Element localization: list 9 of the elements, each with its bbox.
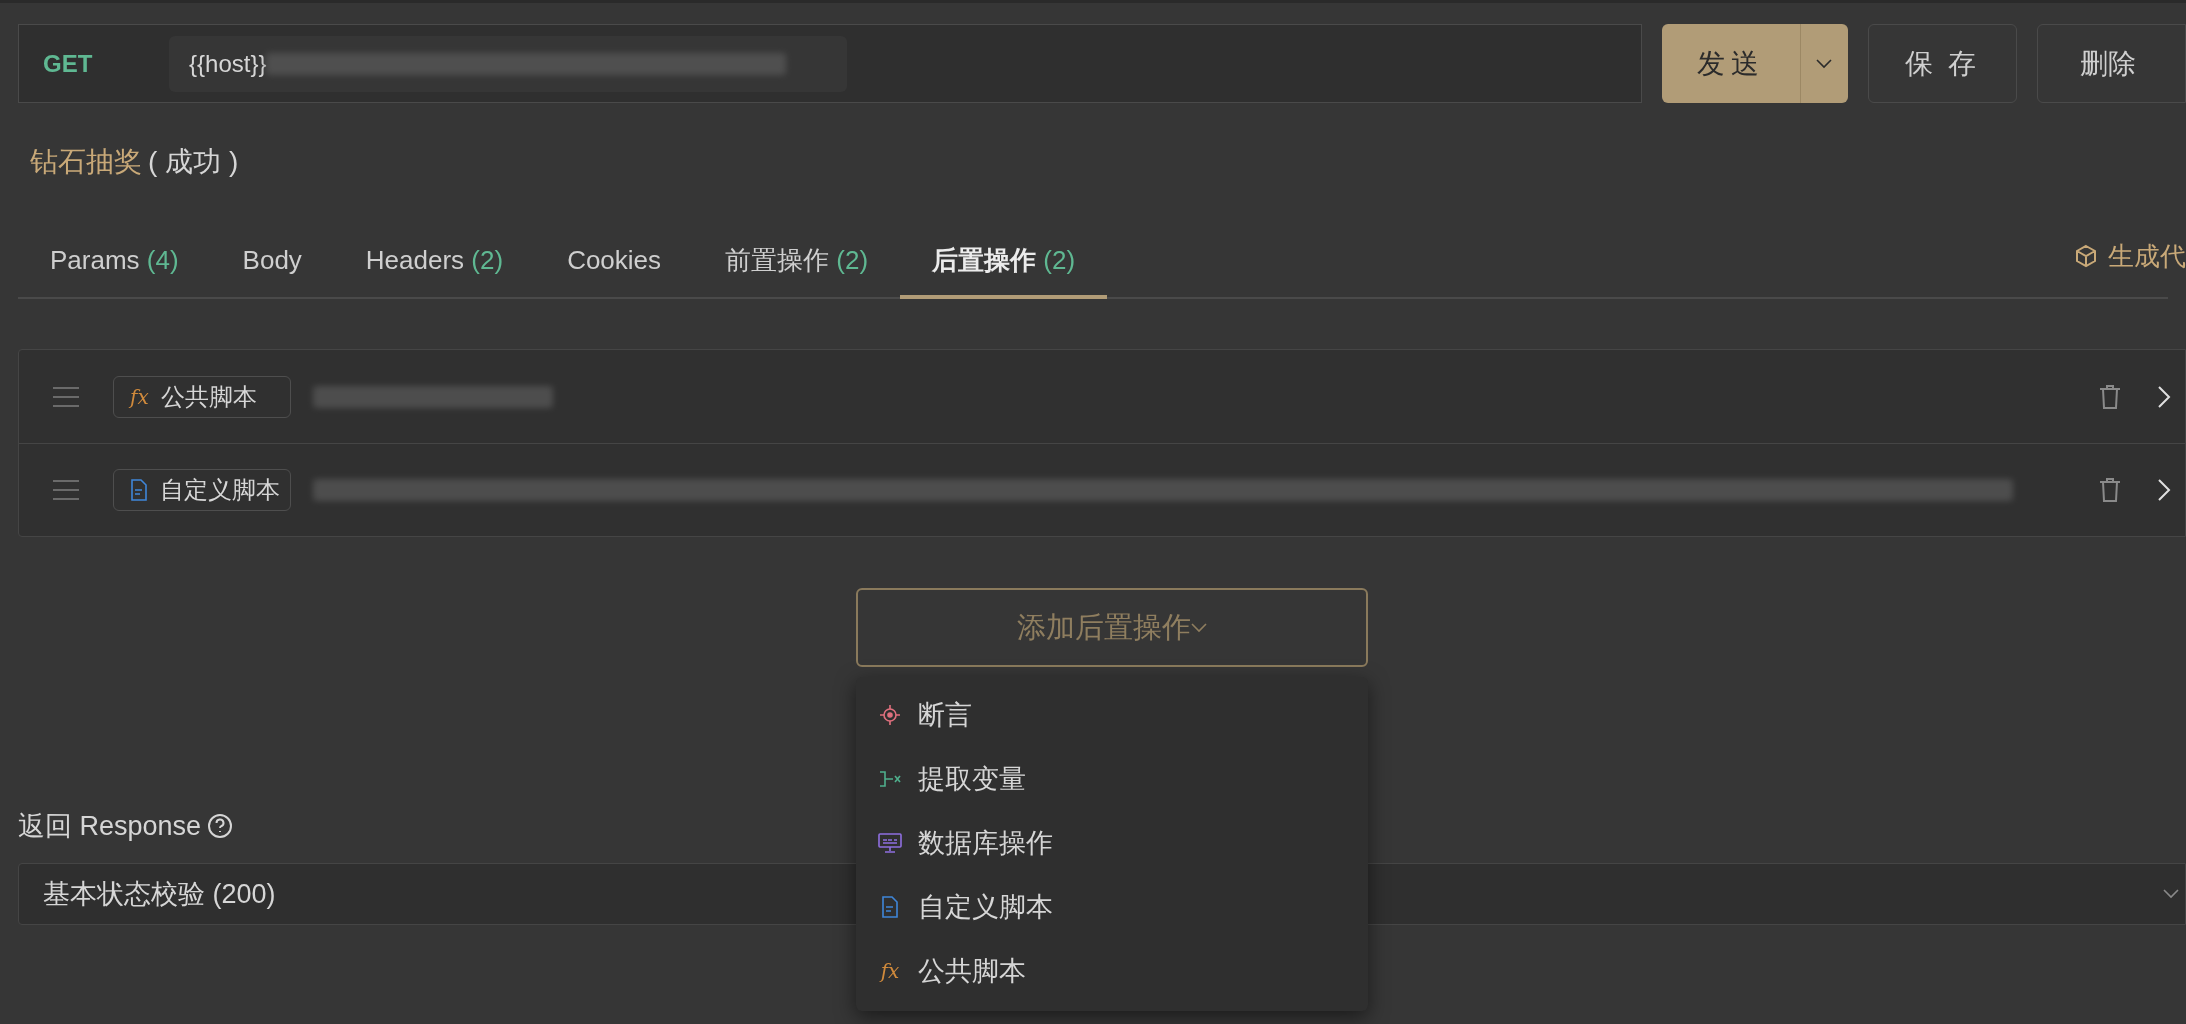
- function-icon: fx: [130, 386, 149, 407]
- function-icon: fx: [880, 961, 900, 981]
- url-text: {{host}}: [189, 48, 267, 79]
- response-label: 返回 Response: [18, 809, 202, 843]
- operation-tag: 自定义脚本: [113, 469, 291, 511]
- request-status: ( 成功 ): [148, 145, 239, 179]
- method-label: GET: [43, 48, 94, 79]
- request-name: 钻石抽奖: [30, 145, 142, 179]
- operation-tag: fx 公共脚本: [113, 375, 291, 418]
